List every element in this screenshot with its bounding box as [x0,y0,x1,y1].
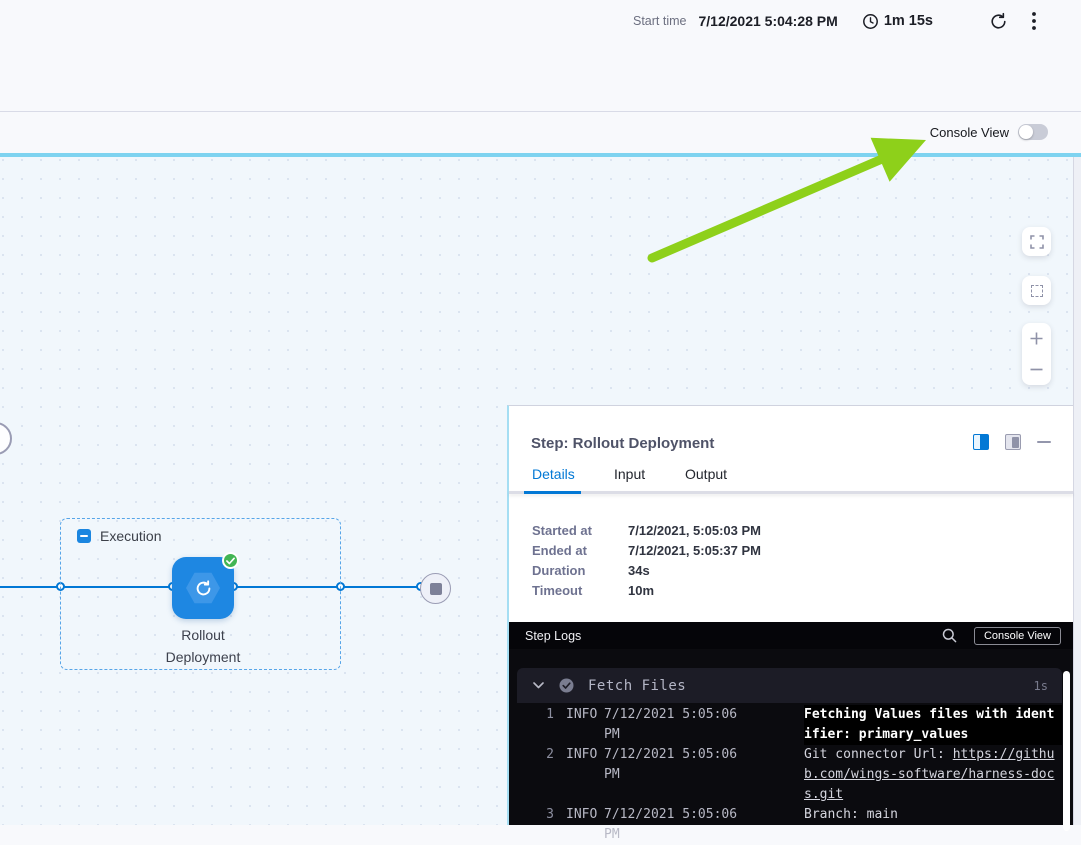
panel-title: Step: Rollout Deployment [531,435,714,452]
split-view-right-icon[interactable] [973,434,989,450]
rollback-refresh-icon [194,579,213,598]
plus-icon [1030,332,1043,345]
tab-details[interactable]: Details [532,466,575,482]
step-logs-title: Step Logs [525,629,940,643]
partial-node-offscreen[interactable] [0,422,12,455]
minus-icon [1030,368,1043,371]
fit-to-screen-button[interactable] [1022,276,1051,305]
split-view-bottom-icon[interactable] [1005,434,1021,450]
section-success-check-icon [559,678,574,693]
panel-tabs: Details Input Output [509,466,1073,494]
log-console[interactable]: Fetch Files 1s 1 INFO 7/12/2021 5:05:06 … [509,649,1073,825]
refresh-button[interactable] [985,8,1011,34]
detail-row-started-at: Started at 7/12/2021, 5:05:03 PM [532,520,761,540]
console-view-toggle[interactable] [1018,124,1048,140]
log-line-1: 1 INFO 7/12/2021 5:05:06 PM Fetching Val… [517,705,1069,745]
detail-row-ended-at: Ended at 7/12/2021, 5:05:37 PM [532,540,761,560]
rollout-hexagon [186,571,220,605]
success-check-icon [222,552,239,569]
elapsed-time: 1m 15s [884,13,933,29]
execution-group-label: Execution [100,528,161,544]
more-options-kebab-icon[interactable] [1021,8,1047,34]
node-label: Rollout Deployment [142,624,264,668]
detail-row-duration: Duration 34s [532,560,761,580]
start-time-value: 7/12/2021 5:04:28 PM [698,13,837,29]
log-lines: 1 INFO 7/12/2021 5:05:06 PM Fetching Val… [517,705,1069,845]
rollout-deployment-node[interactable] [172,557,234,619]
clock-icon [862,13,879,30]
fullscreen-button[interactable] [1022,227,1051,256]
pipeline-end-node[interactable] [420,573,451,604]
log-line-2: 2 INFO 7/12/2021 5:05:06 PM Git connecto… [517,745,1069,805]
toggle-knob [1019,125,1033,139]
log-search-icon[interactable] [940,626,960,646]
active-tab-indicator [524,491,581,494]
zoom-in-button[interactable] [1022,323,1051,354]
chevron-down-icon[interactable] [533,682,544,689]
log-section-name: Fetch Files [588,678,686,694]
stop-icon [430,583,442,595]
marquee-selection-icon [1031,285,1043,297]
tab-input[interactable]: Input [614,466,645,482]
step-details-panel: Step: Rollout Deployment Details Input O… [507,405,1073,825]
zoom-out-button[interactable] [1022,354,1051,385]
top-header: Start time 7/12/2021 5:04:28 PM 1m 15s [0,0,1081,112]
zoom-control-group [1022,323,1051,385]
tab-underline-bar [509,491,1073,494]
log-section-fetch-files[interactable]: Fetch Files 1s [517,668,1062,703]
console-view-toggle-label: Console View [930,125,1009,140]
start-time-label: Start time [633,14,687,28]
fullscreen-icon [1030,235,1044,249]
tab-output[interactable]: Output [685,466,727,482]
step-logs-bar: Step Logs Console View [509,622,1073,649]
canvas-toolbar: Console View [0,113,1081,153]
collapse-group-icon[interactable] [77,529,91,543]
step-details-list: Started at 7/12/2021, 5:05:03 PM Ended a… [532,520,761,600]
log-scrollbar[interactable] [1063,671,1070,831]
detail-row-timeout: Timeout 10m [532,580,761,600]
minimize-panel-icon[interactable] [1037,441,1051,444]
console-view-button[interactable]: Console View [974,627,1061,645]
log-section-duration: 1s [1034,679,1048,693]
right-gutter [1073,157,1081,825]
log-line-3: 3 INFO 7/12/2021 5:05:06 PM Branch: main [517,805,1069,845]
